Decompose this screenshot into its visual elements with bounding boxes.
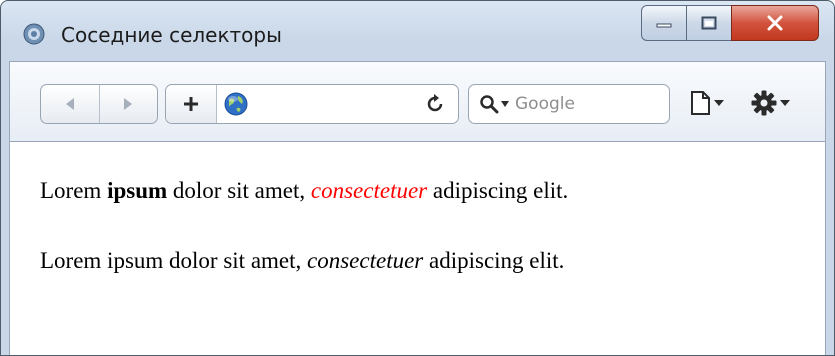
forward-button[interactable] bbox=[98, 85, 158, 123]
text-segment: Lorem ipsum dolor sit amet, bbox=[40, 248, 308, 273]
page-icon bbox=[691, 91, 710, 115]
tools-menu-button[interactable] bbox=[750, 86, 800, 120]
back-arrow-icon bbox=[65, 98, 74, 110]
text-segment: Lorem bbox=[40, 178, 108, 203]
address-bar[interactable] bbox=[165, 84, 459, 124]
forward-arrow-icon bbox=[124, 98, 133, 110]
maximize-icon bbox=[701, 16, 717, 30]
chevron-down-icon bbox=[714, 100, 724, 106]
search-box[interactable]: Google bbox=[468, 84, 670, 124]
browser-window: Соседние селекторы Google Lorem ipsum do… bbox=[0, 0, 835, 356]
back-button[interactable] bbox=[41, 85, 99, 123]
italic-text: consectetuer bbox=[307, 248, 424, 273]
close-icon bbox=[767, 15, 783, 31]
search-placeholder: Google bbox=[515, 94, 575, 114]
gear-icon bbox=[751, 90, 777, 116]
bold-text: ipsum bbox=[107, 178, 168, 203]
page-content: Lorem ipsum dolor sit amet, consectetuer… bbox=[9, 141, 826, 355]
text-segment: dolor sit amet, bbox=[167, 178, 311, 203]
close-button[interactable] bbox=[731, 5, 819, 41]
maximize-button[interactable] bbox=[686, 5, 732, 41]
paragraph-1: Lorem ipsum dolor sit amet, consectetuer… bbox=[40, 178, 568, 204]
chevron-down-icon bbox=[780, 100, 790, 106]
browser-app-icon bbox=[23, 23, 45, 45]
minimize-icon bbox=[656, 23, 672, 28]
back-forward-group bbox=[40, 84, 158, 124]
chevron-down-icon[interactable] bbox=[501, 101, 509, 107]
text-segment: adipiscing elit. bbox=[427, 178, 569, 203]
globe-icon bbox=[224, 92, 248, 116]
reload-icon[interactable] bbox=[424, 93, 446, 115]
window-title: Соседние селекторы bbox=[61, 23, 282, 47]
text-segment: adipiscing elit. bbox=[423, 248, 565, 273]
navigation-toolbar: Google bbox=[9, 61, 826, 142]
paragraph-2: Lorem ipsum dolor sit amet, consectetuer… bbox=[40, 248, 564, 274]
search-icon[interactable] bbox=[479, 94, 499, 114]
minimize-button[interactable] bbox=[641, 5, 687, 41]
plus-icon bbox=[184, 97, 198, 111]
page-menu-button[interactable] bbox=[690, 86, 730, 120]
italic-red-text: consectetuer bbox=[310, 178, 428, 203]
add-bookmark-button[interactable] bbox=[166, 85, 217, 123]
title-bar: Соседние селекторы bbox=[1, 1, 834, 61]
